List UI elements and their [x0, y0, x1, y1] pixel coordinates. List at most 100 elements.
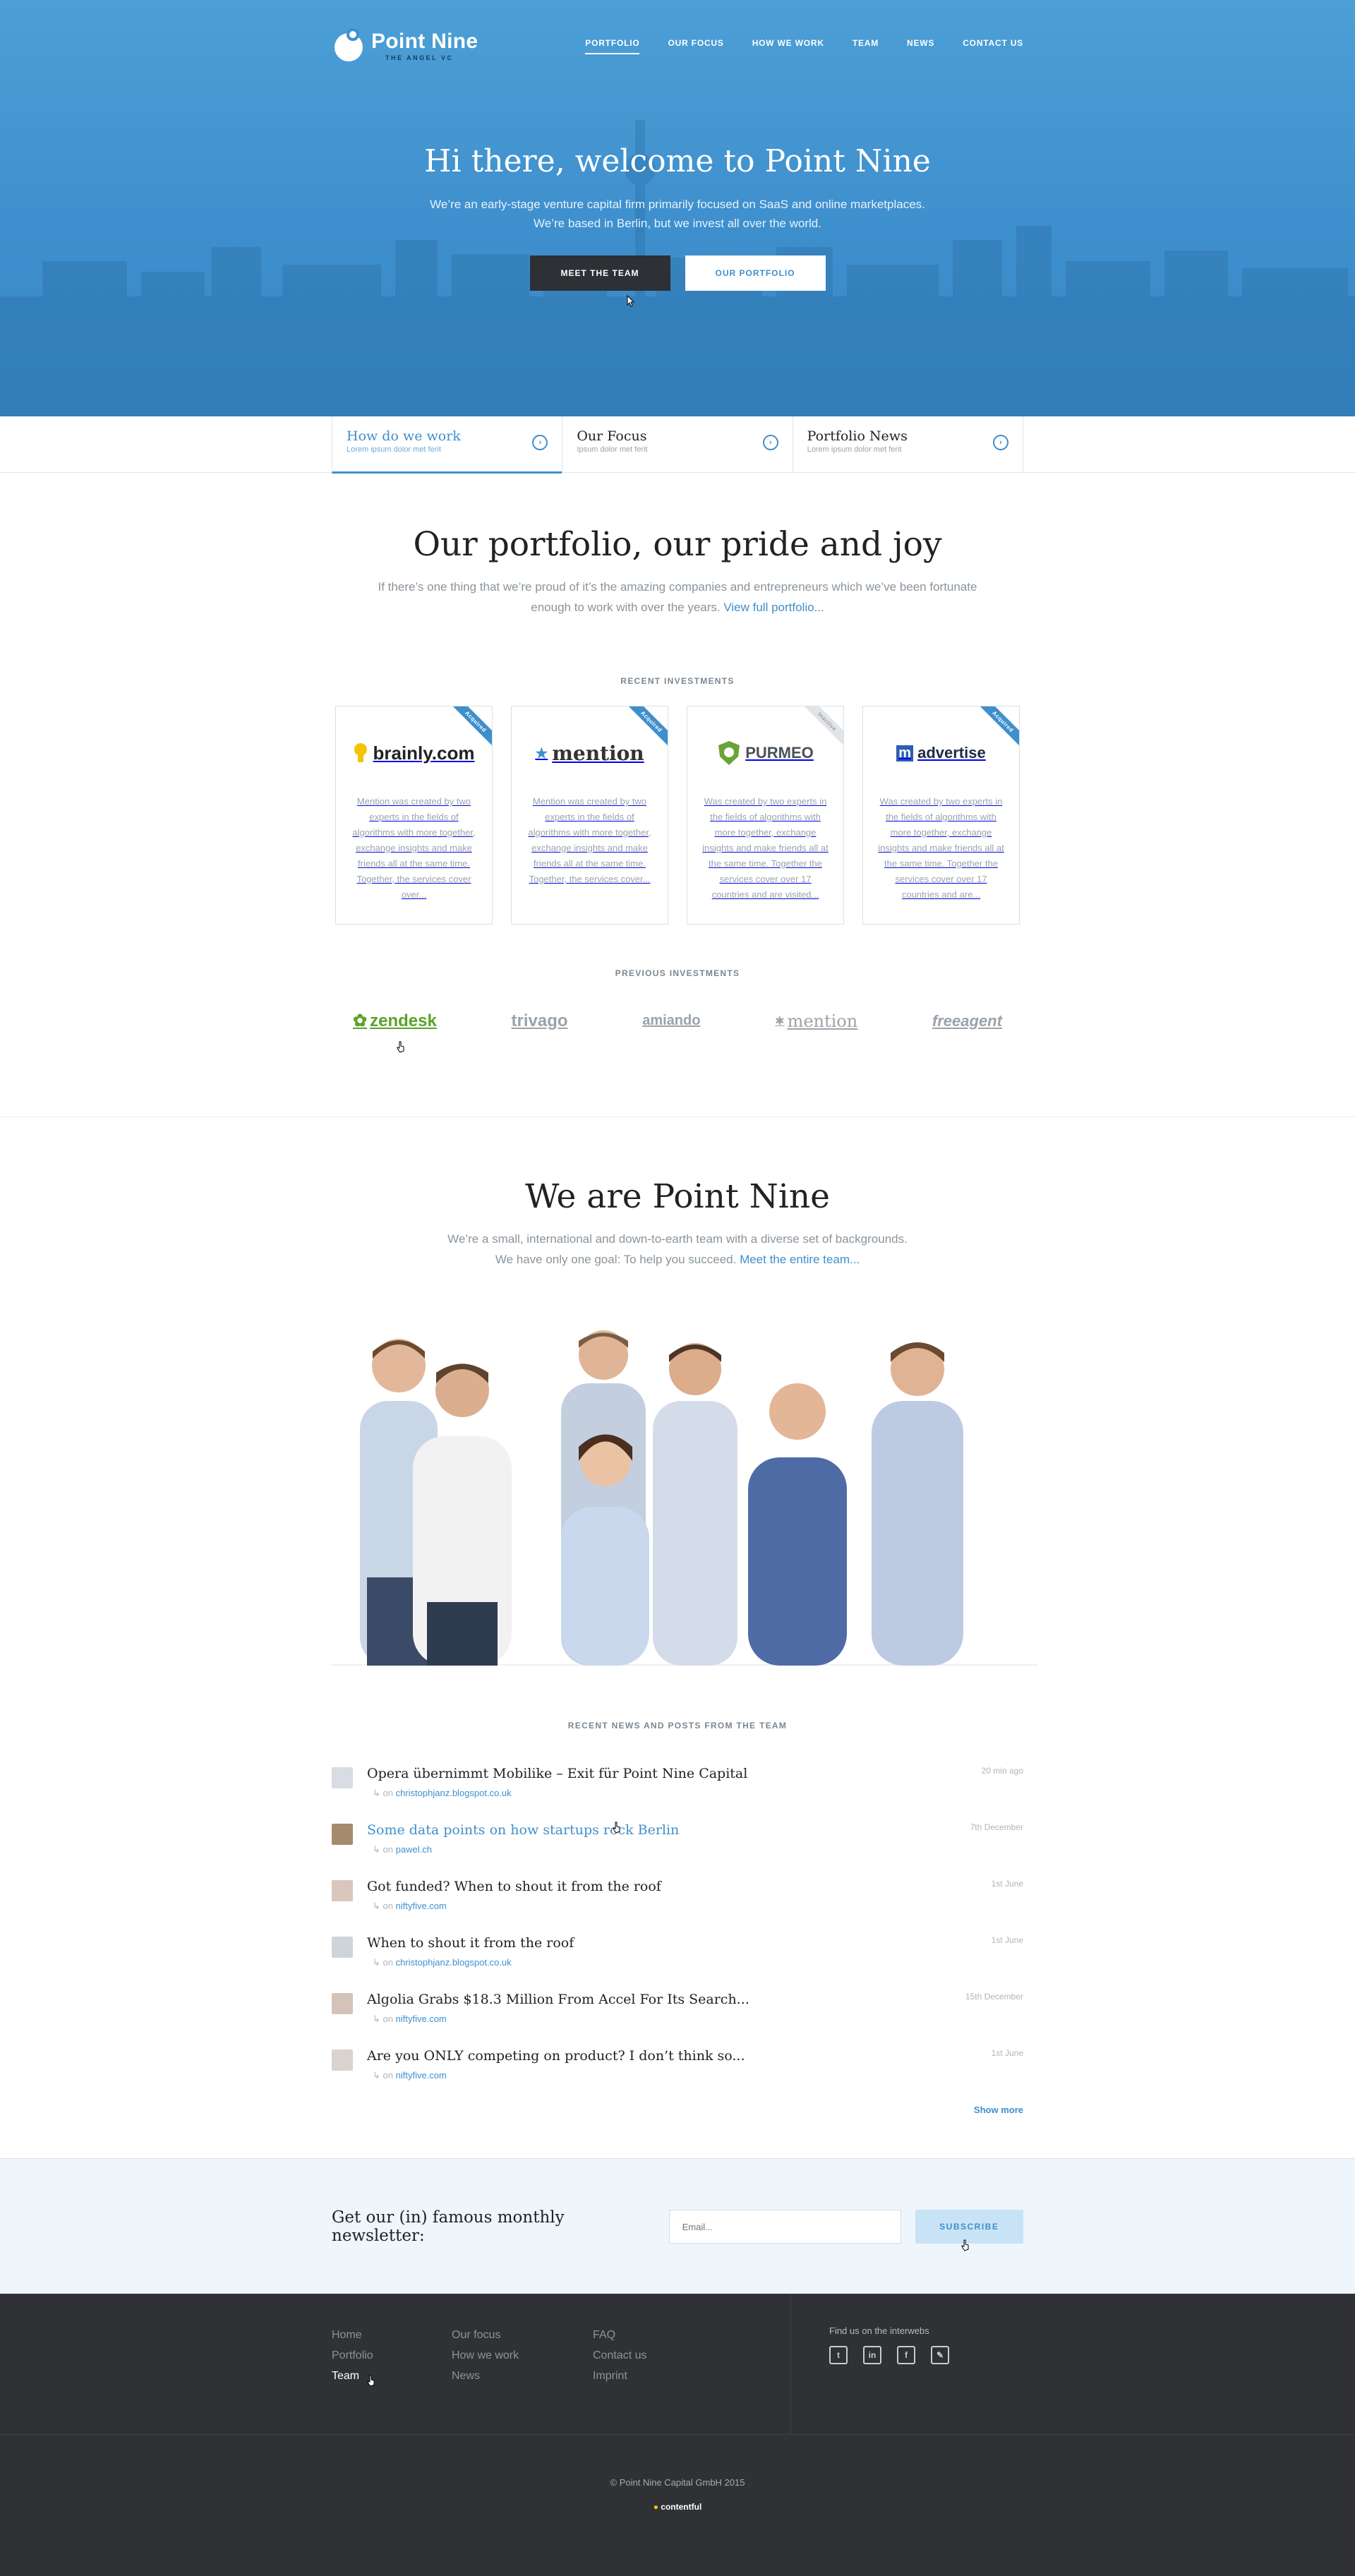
nav-news[interactable]: NEWS [907, 38, 934, 54]
news-source-link[interactable]: niftyfive.com [396, 1901, 447, 1911]
news-title[interactable]: When to shout it from the roof [367, 1935, 574, 1951]
news-title[interactable]: Algolia Grabs $18.3 Million From Accel F… [367, 1992, 749, 2007]
news-source-on: on [383, 1901, 393, 1911]
show-more-link[interactable]: Show more [332, 2105, 1023, 2115]
prev-freeagent[interactable]: freeagent [932, 1012, 1002, 1030]
nav-our-focus[interactable]: OUR FOCUS [668, 38, 723, 54]
facebook-icon[interactable]: f [897, 2346, 915, 2364]
purmeo-shield-icon [718, 741, 740, 765]
hero-subtitle: We’re an early-stage venture capital fir… [332, 195, 1023, 233]
footer-link-how-we-work[interactable]: How we work [452, 2349, 593, 2362]
brainly-bulb-icon [354, 743, 368, 762]
footer-link-portfolio[interactable]: Portfolio [332, 2349, 452, 2362]
news-source-link[interactable]: niftyfive.com [396, 2014, 447, 2024]
twitter-icon[interactable]: t [829, 2346, 848, 2364]
investment-card-advertise[interactable]: Acquired m advertise Was created by two … [862, 706, 1020, 925]
madvertise-logo: m advertise [876, 725, 1006, 781]
news-date: 20 min ago [981, 1766, 1023, 1776]
view-full-portfolio-link[interactable]: View full portfolio... [723, 601, 824, 614]
news-date: 1st June [991, 1935, 1023, 1945]
footer-link-home[interactable]: Home [332, 2329, 452, 2342]
news-item[interactable]: Got funded? When to shout it from the ro… [332, 1879, 1023, 1935]
previous-investments-label: PREVIOUS INVESTMENTS [615, 968, 740, 978]
avatar [332, 2050, 353, 2071]
news-date: 1st June [991, 1879, 1023, 1889]
prev-amiando[interactable]: amiando [642, 1013, 700, 1029]
footer-link-faq[interactable]: FAQ [593, 2329, 646, 2342]
news-title[interactable]: Opera übernimmt Mobilike – Exit für Poin… [367, 1766, 747, 1781]
footer-link-news[interactable]: News [452, 2370, 593, 2383]
news-source: ↳ on niftyfive.com [373, 1901, 447, 1911]
brand-tagline: THE ANGEL VC [385, 54, 454, 61]
news-title[interactable]: Are you ONLY competing on product? I don… [367, 2048, 745, 2064]
team-section: We are Point Nine We’re a small, interna… [0, 1117, 1355, 1666]
tab-title: Portfolio News [807, 428, 908, 444]
news-item[interactable]: When to shout it from the roof ↳ on chri… [332, 1935, 1023, 1992]
investment-card-brainly[interactable]: Acquired brainly.com Mention was created… [335, 706, 493, 925]
investment-card-purmeo[interactable]: Inactive PURMEO Was created by two exper… [687, 706, 844, 925]
news-source-on: on [383, 1844, 393, 1855]
news-item[interactable]: Are you ONLY competing on product? I don… [332, 2048, 1023, 2105]
news-item[interactable]: Some data points on how startups rock Be… [332, 1822, 1023, 1879]
avatar [332, 1993, 353, 2014]
prev-mention[interactable]: ✱ mention [775, 1011, 857, 1031]
footer-link-our-focus[interactable]: Our focus [452, 2329, 593, 2342]
footer-link-contact-us[interactable]: Contact us [593, 2349, 646, 2362]
contentful-badge[interactable]: ● contentful [0, 2502, 1355, 2512]
meet-entire-team-link[interactable]: Meet the entire team... [740, 1253, 860, 1266]
tab-title: Our Focus [577, 428, 647, 444]
news-source-link[interactable]: niftyfive.com [396, 2070, 447, 2081]
linkedin-icon[interactable]: in [863, 2346, 881, 2364]
footer-col-1: Home Portfolio Team [332, 2329, 452, 2383]
nav-portfolio[interactable]: PORTFOLIO [585, 38, 640, 54]
footer-link-team[interactable]: Team [332, 2370, 452, 2383]
nav-contact-us[interactable]: CONTACT US [963, 38, 1023, 54]
news-date: 15th December [965, 1992, 1023, 2002]
person-5 [653, 1343, 737, 1666]
avatar [332, 1880, 353, 1901]
investment-card-mention[interactable]: Acquired ★ mention Mention was created b… [511, 706, 668, 925]
subscribe-button[interactable]: SUBSCRIBE [915, 2210, 1023, 2244]
tab-our-focus[interactable]: Our Focus Ipsum dolor met ferit › [562, 416, 792, 473]
news-item[interactable]: Algolia Grabs $18.3 Million From Accel F… [332, 1992, 1023, 2048]
news-source: ↳ on niftyfive.com [373, 2014, 447, 2024]
contentful-name: contentful [661, 2502, 702, 2512]
email-field[interactable] [668, 2210, 901, 2244]
mention-star-icon: ★ [535, 745, 548, 762]
madvertise-name: advertise [917, 744, 986, 762]
mouse-cursor-icon [627, 295, 635, 307]
news-source: ↳ on pawel.ch [373, 1844, 432, 1855]
logo[interactable]: Point Nine THE ANGEL VC [332, 25, 478, 67]
team-photo [332, 1316, 1037, 1666]
newsletter-title: Get our (in) famous monthly newsletter: [332, 2208, 565, 2245]
copyright: © Point Nine Capital GmbH 2015 [610, 2477, 745, 2488]
blog-pencil-icon[interactable]: ✎ [931, 2346, 949, 2364]
news-section: RECENT NEWS AND POSTS FROM THE TEAM Oper… [0, 1666, 1355, 2115]
news-date: 7th December [970, 1822, 1023, 1832]
tab-subtitle: Ipsum dolor met ferit [577, 445, 648, 454]
news-source-link[interactable]: christophjanz.blogspot.co.uk [396, 1957, 512, 1968]
news-source-on: on [383, 2014, 393, 2024]
previous-investments: ✿ zendesk trivago amiando ✱ mention freeag… [332, 1011, 1023, 1031]
brainly-logo: brainly.com [349, 725, 479, 781]
tab-how-do-we-work[interactable]: How do we work Lorem ipsum dolor met fer… [332, 416, 562, 474]
news-source-link[interactable]: christophjanz.blogspot.co.uk [396, 1788, 512, 1798]
news-source: ↳ on niftyfive.com [373, 2070, 447, 2081]
main-nav: PORTFOLIO OUR FOCUS HOW WE WORK TEAM NEW… [585, 38, 1023, 54]
tab-portfolio-news[interactable]: Portfolio News Lorem ipsum dolor met fer… [792, 416, 1023, 473]
news-title[interactable]: Got funded? When to shout it from the ro… [367, 1879, 661, 1894]
news-source-link[interactable]: pawel.ch [396, 1844, 432, 1855]
news-title[interactable]: Some data points on how startups rock Be… [367, 1822, 679, 1838]
footer-link-imprint[interactable]: Imprint [593, 2370, 646, 2383]
meet-the-team-button[interactable]: MEET THE TEAM [529, 255, 670, 291]
header: Point Nine THE ANGEL VC PORTFOLIO OUR FO… [332, 0, 1023, 92]
nav-how-we-work[interactable]: HOW WE WORK [752, 38, 824, 54]
prev-trivago[interactable]: trivago [512, 1011, 568, 1031]
news-item[interactable]: Opera übernimmt Mobilike – Exit für Poin… [332, 1766, 1023, 1822]
social-title: Find us on the interwebs [829, 2325, 929, 2336]
team-title: We are Point Nine [525, 1177, 830, 1216]
our-portfolio-button[interactable]: OUR PORTFOLIO [685, 255, 826, 291]
prev-zendesk[interactable]: ✿ zendesk [353, 1011, 437, 1031]
portfolio-lead-line-2: enough to work with over the years. [531, 601, 721, 614]
nav-team[interactable]: TEAM [853, 38, 879, 54]
